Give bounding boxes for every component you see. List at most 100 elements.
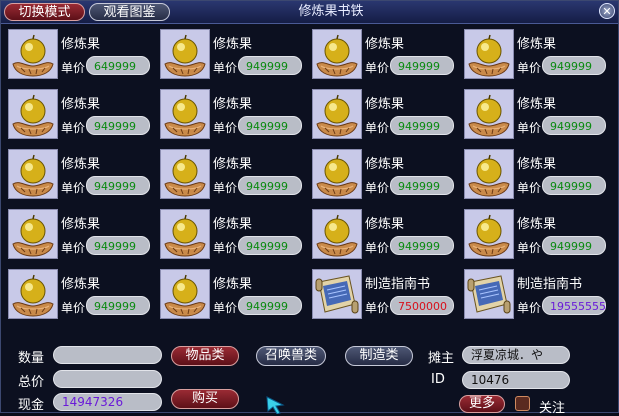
golden-fruit-icon (8, 209, 58, 259)
golden-fruit-icon (464, 29, 514, 79)
unit-price-value: 649999 (86, 56, 150, 75)
tab-craft[interactable]: 制造类 (345, 346, 413, 366)
unit-price-label: 单价 (213, 181, 238, 195)
total-price-field (53, 370, 162, 388)
unit-price-label: 单价 (365, 181, 390, 195)
item-slot[interactable]: 修炼果 单价 949999 (462, 147, 610, 203)
item-name: 修炼果 (517, 157, 557, 172)
item-slot[interactable]: 修炼果 单价 949999 (6, 207, 154, 263)
item-slot[interactable]: 修炼果 单价 949999 (462, 27, 610, 83)
item-name: 修炼果 (61, 157, 101, 172)
cash-field: 14947326 (53, 393, 162, 411)
switch-mode-button[interactable]: 切换模式 (4, 3, 85, 21)
item-name: 修炼果 (517, 217, 557, 232)
item-slot[interactable]: 修炼果单价 949999 (310, 147, 458, 203)
golden-fruit-icon (312, 89, 362, 139)
item-name: 修炼果 (213, 157, 253, 172)
item-slot[interactable]: 修炼果 单价 949999 (158, 87, 306, 143)
item-name: 修炼果 (365, 157, 405, 172)
golden-fruit-icon (312, 149, 362, 199)
title-bar: 切换模式 观看图鉴 修炼果书铁 ✕ (1, 1, 618, 24)
more-button[interactable]: 更多 (459, 395, 505, 413)
item-slot[interactable]: 制造指南书 单价 19555555 (462, 267, 610, 323)
view-gallery-button[interactable]: 观看图鉴 (89, 3, 170, 21)
unit-price-value: 949999 (390, 56, 454, 75)
golden-fruit-icon (160, 269, 210, 319)
unit-price-value: 949999 (390, 176, 454, 195)
unit-price-value: 949999 (390, 236, 454, 255)
unit-price-value: 949999 (86, 116, 150, 135)
item-slot[interactable]: 制造指南书 单价 7500000 (310, 267, 458, 323)
item-name: 修炼果 (61, 217, 101, 232)
item-slot[interactable]: 修炼果 单价 649999 (6, 27, 154, 83)
item-slot[interactable]: 修炼果 单价 949999 (310, 27, 458, 83)
item-slot[interactable]: 修炼果单价 949999 (158, 267, 306, 323)
unit-price-value: 949999 (86, 176, 150, 195)
item-name: 修炼果 (517, 97, 557, 112)
unit-price-label: 单价 (517, 241, 542, 255)
item-name: 修炼果 (61, 277, 101, 292)
item-name: 修炼果 (213, 277, 253, 292)
golden-fruit-icon (8, 29, 58, 79)
unit-price-value: 19555555 (542, 296, 606, 315)
item-slot[interactable]: 修炼果 单价 949999 (158, 207, 306, 263)
item-slot[interactable]: 修炼果单价 949999 (158, 147, 306, 203)
item-slot[interactable]: 修炼果 单价 949999 (158, 27, 306, 83)
total-price-label: 总价 (18, 375, 45, 390)
item-slot[interactable]: 修炼果 单价 949999 (6, 87, 154, 143)
unit-price-label: 单价 (61, 181, 86, 195)
item-name: 修炼果 (213, 217, 253, 232)
golden-fruit-icon (464, 89, 514, 139)
unit-price-label: 单价 (213, 241, 238, 255)
golden-fruit-icon (160, 29, 210, 79)
mouse-cursor-icon (266, 396, 285, 414)
cash-label: 现金 (18, 398, 45, 413)
id-field: 10476 (462, 371, 570, 389)
unit-price-label: 单价 (365, 241, 390, 255)
golden-fruit-icon (8, 89, 58, 139)
unit-price-value: 949999 (86, 236, 150, 255)
item-name: 修炼果 (365, 217, 405, 232)
item-slot[interactable]: 修炼果单价 949999 (6, 267, 154, 323)
item-slot[interactable]: 修炼果单价 949999 (6, 147, 154, 203)
unit-price-value: 949999 (542, 56, 606, 75)
item-name: 修炼果 (213, 37, 253, 52)
quantity-field[interactable] (53, 346, 162, 364)
unit-price-label: 单价 (517, 61, 542, 75)
unit-price-label: 单价 (61, 301, 86, 315)
close-icon[interactable]: ✕ (599, 3, 615, 19)
unit-price-value: 949999 (238, 56, 302, 75)
unit-price-value: 949999 (238, 176, 302, 195)
follow-label: 关注 (539, 401, 566, 416)
id-label: ID (431, 372, 445, 387)
window-title: 修炼果书铁 (298, 4, 364, 19)
stall-window: 切换模式 观看图鉴 修炼果书铁 ✕ 修炼果 单价 649999 修炼果 单价 949999… (0, 0, 619, 416)
unit-price-value: 949999 (542, 176, 606, 195)
buy-button[interactable]: 购买 (171, 389, 239, 409)
unit-price-label: 单价 (213, 301, 238, 315)
golden-fruit-icon (8, 149, 58, 199)
scroll-book-icon (464, 269, 514, 319)
tab-items[interactable]: 物品类 (171, 346, 239, 366)
unit-price-value: 949999 (390, 116, 454, 135)
unit-price-value: 949999 (86, 296, 150, 315)
unit-price-label: 单价 (61, 61, 86, 75)
item-slot[interactable]: 修炼果 单价 949999 (462, 87, 610, 143)
unit-price-label: 单价 (61, 121, 86, 135)
golden-fruit-icon (464, 149, 514, 199)
item-name: 修炼果 (365, 37, 405, 52)
item-name: 制造指南书 (365, 277, 431, 292)
item-name: 制造指南书 (517, 277, 583, 292)
unit-price-value: 949999 (238, 296, 302, 315)
tab-pets[interactable]: 召唤兽类 (256, 346, 326, 366)
item-slot[interactable]: 修炼果单价 949999 (310, 207, 458, 263)
unit-price-value: 949999 (542, 236, 606, 255)
golden-fruit-icon (160, 209, 210, 259)
golden-fruit-icon (312, 29, 362, 79)
item-grid: 修炼果 单价 649999 修炼果 单价 949999 修炼果 单价 949999 修炼果 单价 94… (6, 27, 614, 327)
item-name: 修炼果 (213, 97, 253, 112)
unit-price-value: 949999 (542, 116, 606, 135)
item-slot[interactable]: 修炼果 单价 949999 (310, 87, 458, 143)
follow-checkbox[interactable] (515, 396, 530, 411)
item-slot[interactable]: 修炼果单价 949999 (462, 207, 610, 263)
